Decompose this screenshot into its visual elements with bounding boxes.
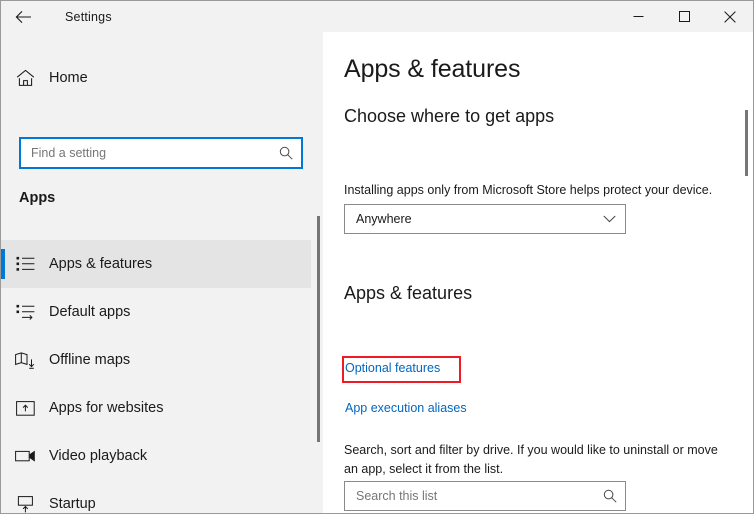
search-this-list-box[interactable] — [344, 481, 626, 511]
sidebar-item-video-playback[interactable]: Video playback — [1, 432, 311, 480]
startup-icon — [1, 496, 49, 513]
apps-list-icon — [1, 256, 49, 272]
sidebar-item-home-label: Home — [49, 70, 88, 86]
video-playback-icon — [1, 449, 49, 463]
sidebar-item-home[interactable]: Home — [1, 61, 311, 95]
close-button[interactable] — [707, 1, 753, 32]
title-bar: Settings — [1, 1, 753, 32]
search-settings-box[interactable] — [19, 137, 303, 169]
app-execution-aliases-link[interactable]: App execution aliases — [345, 401, 467, 415]
sidebar-section-title: Apps — [19, 190, 55, 206]
main-scrollbar-thumb[interactable] — [745, 110, 748, 176]
choose-source-description: Installing apps only from Microsoft Stor… — [344, 181, 724, 200]
page-title: Apps & features — [344, 55, 520, 84]
sidebar-item-label: Apps for websites — [49, 400, 163, 416]
app-title: Settings — [65, 10, 112, 24]
choose-source-heading: Choose where to get apps — [344, 106, 554, 127]
apps-list-description: Search, sort and filter by drive. If you… — [344, 441, 734, 479]
sidebar-item-startup[interactable]: Startup — [1, 480, 311, 514]
sidebar-nav-list: Apps & features Default apps — [1, 240, 311, 514]
sidebar-scrollbar[interactable] — [314, 32, 323, 514]
settings-window: Settings — [0, 0, 754, 514]
back-button[interactable] — [1, 1, 45, 32]
app-source-dropdown[interactable]: Anywhere — [344, 204, 626, 234]
sidebar-item-label: Default apps — [49, 304, 130, 320]
main-content: Apps & features Choose where to get apps… — [323, 32, 753, 514]
search-list-input[interactable] — [345, 489, 595, 503]
default-apps-icon — [1, 304, 49, 320]
apps-for-websites-icon — [1, 401, 49, 416]
sidebar-item-apps-features[interactable]: Apps & features — [1, 240, 311, 288]
sidebar-item-label: Apps & features — [49, 256, 152, 272]
search-icon[interactable] — [271, 146, 301, 160]
optional-features-link[interactable]: Optional features — [345, 361, 440, 375]
home-icon — [1, 69, 49, 87]
sidebar: Home Apps — [1, 32, 323, 514]
sidebar-scrollbar-thumb[interactable] — [317, 216, 320, 442]
main-scrollbar[interactable] — [742, 32, 752, 514]
sidebar-item-default-apps[interactable]: Default apps — [1, 288, 311, 336]
sidebar-item-offline-maps[interactable]: Offline maps — [1, 336, 311, 384]
sidebar-item-label: Offline maps — [49, 352, 130, 368]
minimize-button[interactable] — [615, 1, 661, 32]
sidebar-item-apps-for-websites[interactable]: Apps for websites — [1, 384, 311, 432]
offline-maps-icon — [1, 352, 49, 369]
sidebar-item-label: Video playback — [49, 448, 147, 464]
maximize-button[interactable] — [661, 1, 707, 32]
window-controls — [615, 1, 753, 32]
apps-features-heading: Apps & features — [344, 283, 472, 304]
search-icon[interactable] — [595, 489, 625, 503]
app-source-dropdown-value: Anywhere — [345, 212, 593, 226]
sidebar-item-label: Startup — [49, 496, 96, 512]
search-input[interactable] — [21, 146, 271, 160]
chevron-down-icon — [593, 215, 625, 223]
